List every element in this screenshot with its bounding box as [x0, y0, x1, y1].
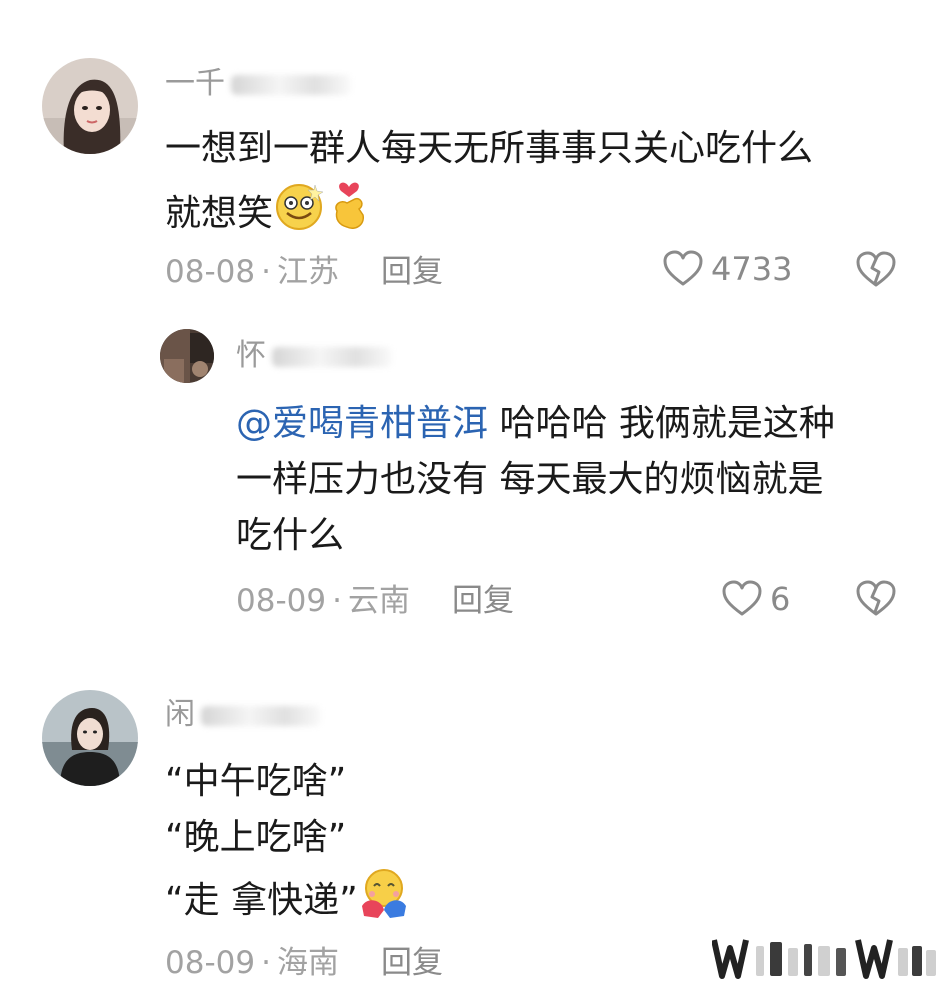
- comment-date: 08-08: [165, 254, 256, 290]
- dislike-button[interactable]: [856, 580, 896, 618]
- username-blur: [201, 705, 321, 726]
- like-count: 6: [770, 580, 791, 618]
- heart-outline-icon: [663, 250, 703, 286]
- separator-dot: ·: [261, 254, 271, 290]
- comment-location: 云南: [347, 583, 410, 619]
- comment-text: @爱喝青柑普洱 哈哈哈 我俩就是这种 一样压力也没有 每天最大的烦恼就是 吃什么: [236, 403, 835, 556]
- avatar[interactable]: [160, 329, 214, 383]
- avatar[interactable]: [42, 58, 138, 154]
- comment-meta: 08-09 · 海南 回复: [165, 943, 443, 983]
- dark-room-avatar-icon: [160, 329, 214, 383]
- comment-text: “中午吃啥” “晚上吃啥” “走 拿快递”: [165, 754, 865, 929]
- username-blur: [272, 346, 392, 367]
- hand-heart-emoji-icon: [329, 177, 369, 231]
- woman-portrait-avatar-icon: [42, 58, 138, 154]
- broken-heart-icon: [856, 251, 896, 287]
- username[interactable]: 闲: [165, 697, 321, 733]
- username-blur: [231, 74, 351, 95]
- separator-dot: ·: [261, 945, 271, 981]
- reply-button[interactable]: 回复: [381, 945, 443, 981]
- woman-dark-coat-avatar-icon: [42, 690, 138, 786]
- heart-outline-icon: [722, 580, 762, 616]
- comment-meta: 08-09 · 云南 回复: [236, 581, 514, 621]
- comment-date: 08-09: [236, 583, 327, 619]
- like-button[interactable]: 4733: [663, 250, 792, 288]
- comment-location: 海南: [276, 945, 339, 981]
- reply-button[interactable]: 回复: [381, 254, 443, 290]
- avatar[interactable]: [42, 690, 138, 786]
- dislike-button[interactable]: [856, 251, 896, 289]
- hugging-face-emoji-icon: [358, 866, 412, 918]
- watermark: [712, 936, 940, 980]
- comment-text: 一想到一群人每天无所事事只关心吃什么 就想笑: [165, 128, 814, 234]
- mention-link[interactable]: @爱喝青柑普洱: [236, 403, 488, 444]
- like-count: 4733: [711, 250, 793, 288]
- comment-meta: 08-08 · 江苏 回复: [165, 252, 443, 292]
- reply-button[interactable]: 回复: [452, 583, 514, 619]
- comment-location: 江苏: [276, 254, 339, 290]
- separator-dot: ·: [332, 583, 342, 619]
- like-button[interactable]: 6: [722, 580, 790, 618]
- comment-date: 08-09: [165, 945, 256, 981]
- username[interactable]: 一千: [165, 66, 351, 102]
- watermark-logo-icon: [712, 939, 936, 979]
- broken-heart-icon: [856, 580, 896, 616]
- username[interactable]: 怀: [236, 338, 392, 374]
- grinning-dizzy-face-emoji-icon: [273, 181, 329, 231]
